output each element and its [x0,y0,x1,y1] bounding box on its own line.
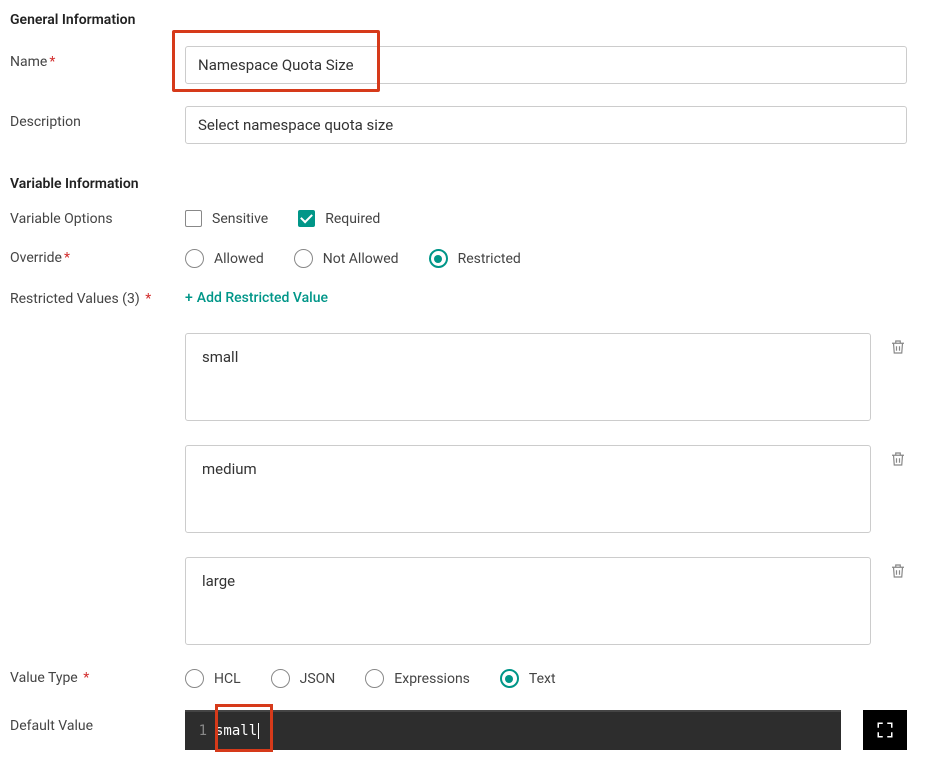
radio-label: Text [529,671,556,687]
default-value-editor[interactable]: 1 small [185,710,841,750]
plus-icon: + [185,290,193,306]
radio-override-restricted[interactable]: Restricted [429,249,521,268]
label-default-value: Default Value [10,710,185,734]
radio-value-type-json[interactable]: JSON [271,669,336,688]
radio-value-type-text[interactable]: Text [500,669,556,688]
restricted-value-input[interactable]: large [185,557,871,645]
radio-icon [365,669,384,688]
checkbox-label: Sensitive [212,211,268,227]
delete-restricted-value-button[interactable] [889,333,907,361]
expand-button[interactable] [863,710,907,750]
editor-content: small [215,723,257,739]
label-restricted-values: Restricted Values (3) * [10,290,185,307]
radio-selected-icon [429,249,448,268]
radio-icon [294,249,313,268]
section-variable: Variable Information [10,176,907,192]
name-input[interactable] [185,46,907,84]
label-name: Name* [10,46,185,70]
radio-icon [271,669,290,688]
label-override: Override* [10,249,185,266]
radio-label: HCL [214,671,241,687]
radio-label: Expressions [394,671,470,687]
delete-restricted-value-button[interactable] [889,557,907,585]
section-general: General Information [10,12,907,28]
radio-label: Restricted [458,251,521,267]
checkbox-label: Required [325,211,380,227]
radio-override-allowed[interactable]: Allowed [185,249,264,268]
restricted-value-row: medium [185,445,907,533]
radio-value-type-expressions[interactable]: Expressions [365,669,470,688]
label-description: Description [10,106,185,130]
radio-label: Not Allowed [323,251,399,267]
radio-override-not-allowed[interactable]: Not Allowed [294,249,399,268]
label-value-type: Value Type * [10,669,185,686]
radio-label: JSON [300,671,336,687]
radio-icon [185,249,204,268]
restricted-value-input[interactable]: small [185,333,871,421]
checkbox-sensitive[interactable]: Sensitive [185,210,268,227]
description-input[interactable] [185,106,907,144]
radio-value-type-hcl[interactable]: HCL [185,669,241,688]
line-number: 1 [185,723,215,739]
restricted-value-row: small [185,333,907,421]
add-restricted-value-button[interactable]: + Add Restricted Value [185,290,907,306]
checkbox-checked-icon [298,210,315,227]
maximize-icon [876,721,894,739]
checkbox-required[interactable]: Required [298,210,380,227]
radio-label: Allowed [214,251,264,267]
label-variable-options: Variable Options [10,210,185,227]
restricted-value-row: large [185,557,907,645]
add-restricted-label: Add Restricted Value [197,290,328,306]
restricted-value-input[interactable]: medium [185,445,871,533]
radio-selected-icon [500,669,519,688]
delete-restricted-value-button[interactable] [889,445,907,473]
caret-icon [258,723,259,739]
radio-icon [185,669,204,688]
checkbox-icon [185,210,202,227]
